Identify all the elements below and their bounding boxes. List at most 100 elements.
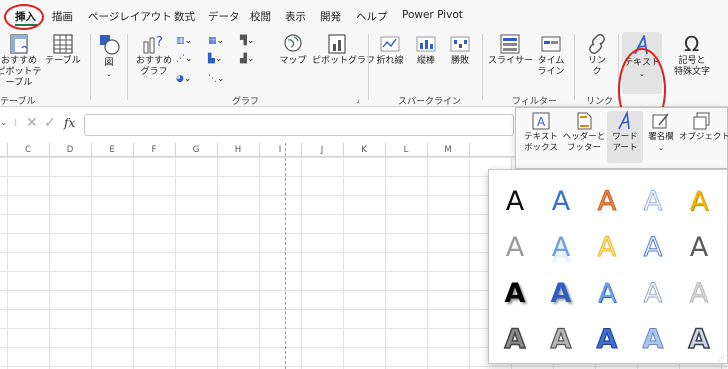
wordart-style-black-shadow[interactable]: A (495, 272, 535, 314)
recommended-chart-icon: ? (143, 35, 163, 54)
insert-function-button[interactable]: fx (64, 116, 75, 130)
stat-chart-button[interactable]: ▙⌄ (208, 54, 222, 64)
wordart-style-silver-outline[interactable]: A (633, 272, 673, 314)
header-footer-label: ヘッダーと フッター (562, 132, 606, 153)
timeline-button[interactable]: タイム ライン (534, 32, 568, 78)
signature-line-button[interactable]: 署名欄 ⌄ (644, 111, 678, 154)
wordart-button[interactable]: ワード アート (607, 111, 643, 163)
table-icon (53, 34, 73, 54)
wordart-style-light-blue-outline[interactable]: A (633, 180, 673, 222)
cancel-icon[interactable]: ✕ (26, 115, 38, 131)
tab-power-pivot[interactable]: Power Pivot (402, 9, 463, 21)
waterfall-chart-button[interactable]: ▜⌄ (240, 36, 254, 46)
tab-page-layout[interactable]: ページレイアウト (88, 9, 172, 24)
symbol-button[interactable]: Ω 記号と 特殊文字 (668, 32, 716, 78)
wordart-style-blue-fill[interactable]: A (541, 180, 581, 222)
column-header-m[interactable]: M (427, 145, 469, 155)
sparkline-winloss-button[interactable]: 勝敗 (444, 32, 476, 67)
link-icon (589, 34, 605, 54)
chevron-down-icon[interactable]: ⌄ (0, 118, 8, 128)
table-button[interactable]: テーブル (44, 32, 82, 67)
timeline-label: タイム ライン (537, 56, 565, 77)
recommended-chart-label: おすすめ グラフ (135, 56, 172, 77)
pivot-chart-button[interactable]: ピボットグラフ (312, 32, 375, 67)
tab-view[interactable]: 表示 (285, 9, 306, 24)
svg-text:Ω: Ω (684, 32, 699, 56)
column-header-k[interactable]: K (343, 145, 385, 155)
wordart-style-blue-gradient[interactable]: A (587, 272, 627, 314)
illustrations-button[interactable]: 図 ⌄ (95, 32, 123, 80)
tab-help[interactable]: ヘルプ (356, 9, 388, 24)
object-button[interactable]: オブジェクト (679, 111, 728, 143)
page-break-line (285, 143, 286, 369)
wordart-style-gold-fill[interactable]: A (679, 180, 719, 222)
svg-text:A: A (537, 115, 546, 129)
column-header-f[interactable]: F (133, 145, 175, 155)
confirm-icon[interactable]: ✓ (44, 115, 56, 131)
wordart-style-gray-pattern[interactable]: A (495, 318, 535, 360)
tab-formulas[interactable]: 数式 (174, 9, 195, 24)
column-header-h[interactable]: H (217, 145, 259, 155)
sparkline-column-label: 縦棒 (416, 56, 435, 66)
table-label: テーブル (45, 56, 81, 66)
formula-input[interactable] (84, 114, 514, 136)
column-chart-button[interactable]: ▥⌄ (176, 36, 192, 46)
wordart-style-blue-bevel[interactable]: A (587, 318, 627, 360)
column-header-l[interactable]: L (385, 145, 427, 155)
wordart-style-blue-shadow[interactable]: A (541, 272, 581, 314)
pie-chart-icon: ◕ (176, 74, 184, 84)
sparkline-winloss-icon (450, 36, 470, 52)
link-button[interactable]: リン ク (580, 32, 614, 78)
wordart-gallery: AAAAAAAAAAAAAAAAAAAA ⋰ (488, 169, 728, 364)
wordart-style-light-blue-bevel[interactable]: A (633, 318, 673, 360)
map-button[interactable]: マップ (278, 32, 308, 67)
header-footer-button[interactable]: ヘッダーと フッター (562, 111, 606, 154)
tab-draw[interactable]: 描画 (52, 9, 73, 24)
group-separator (127, 34, 128, 100)
wordart-style-black-plain[interactable]: A (495, 180, 535, 222)
line-chart-button[interactable]: ⋰⌄ (176, 54, 193, 64)
column-separator[interactable] (469, 143, 470, 157)
tab-data[interactable]: データ (208, 9, 240, 24)
column-header-b[interactable]: B (0, 145, 7, 155)
combo-chart-button[interactable]: ▟⌄ (240, 54, 254, 64)
wordart-label: ワード アート (612, 132, 638, 153)
wordart-style-light-gray[interactable]: A (679, 272, 719, 314)
group-separator (368, 34, 369, 100)
wordart-style-blue-outline[interactable]: A (633, 226, 673, 268)
wordart-style-orange-fill[interactable]: A (587, 180, 627, 222)
pie-chart-button[interactable]: ◕⌄ (176, 74, 191, 84)
wordart-style-dark-gray-fill[interactable]: A (679, 226, 719, 268)
tab-review[interactable]: 校閲 (250, 9, 271, 24)
resize-grip-icon[interactable]: ⋰ (718, 354, 725, 362)
column-header-d[interactable]: D (49, 145, 91, 155)
slicer-button[interactable]: スライサー (488, 32, 533, 67)
column-header-j[interactable]: J (301, 145, 343, 155)
ribbon-insert: おすすめ ピボットテーブル テーブル テーブル 図 ⌄ ? おすすめ グラフ ▥… (0, 30, 728, 132)
dialog-launcher-icon[interactable]: ⌟ (356, 95, 360, 104)
object-icon (693, 112, 710, 130)
link-label: リン ク (587, 56, 606, 77)
column-header-e[interactable]: E (91, 145, 133, 155)
scatter-chart-button[interactable]: ⋱⌄ (208, 74, 225, 84)
wordart-style-blue-reflection[interactable]: A (541, 226, 581, 268)
column-header-g[interactable]: G (175, 145, 217, 155)
column-header-i[interactable]: I (259, 145, 301, 155)
hierarchy-chart-button[interactable]: ▦⌄ (208, 36, 224, 46)
sparkline-line-button[interactable]: 折れ線 (372, 32, 408, 67)
group-label-tables: テーブル (0, 97, 36, 107)
recommended-charts-button[interactable]: ? おすすめ グラフ (133, 32, 175, 78)
recommended-pivot-table-button[interactable]: おすすめ ピボットテーブル (0, 32, 44, 89)
highlight-circle-insert-tab (4, 4, 44, 30)
header-footer-icon (577, 112, 592, 130)
wordart-style-striped[interactable]: A (679, 318, 719, 360)
tab-developer[interactable]: 開発 (320, 9, 341, 24)
hierarchy-chart-icon: ▦ (208, 36, 217, 46)
textbox-button[interactable]: A テキスト ボックス (522, 111, 560, 154)
column-header-c[interactable]: C (7, 145, 49, 155)
wordart-style-gray-bevel[interactable]: A (541, 318, 581, 360)
wordart-style-yellow-fill[interactable]: A (587, 226, 627, 268)
wordart-style-gray-plain[interactable]: A (495, 226, 535, 268)
sparkline-column-button[interactable]: 縦棒 (410, 32, 442, 67)
wordart-a-icon (618, 111, 630, 130)
